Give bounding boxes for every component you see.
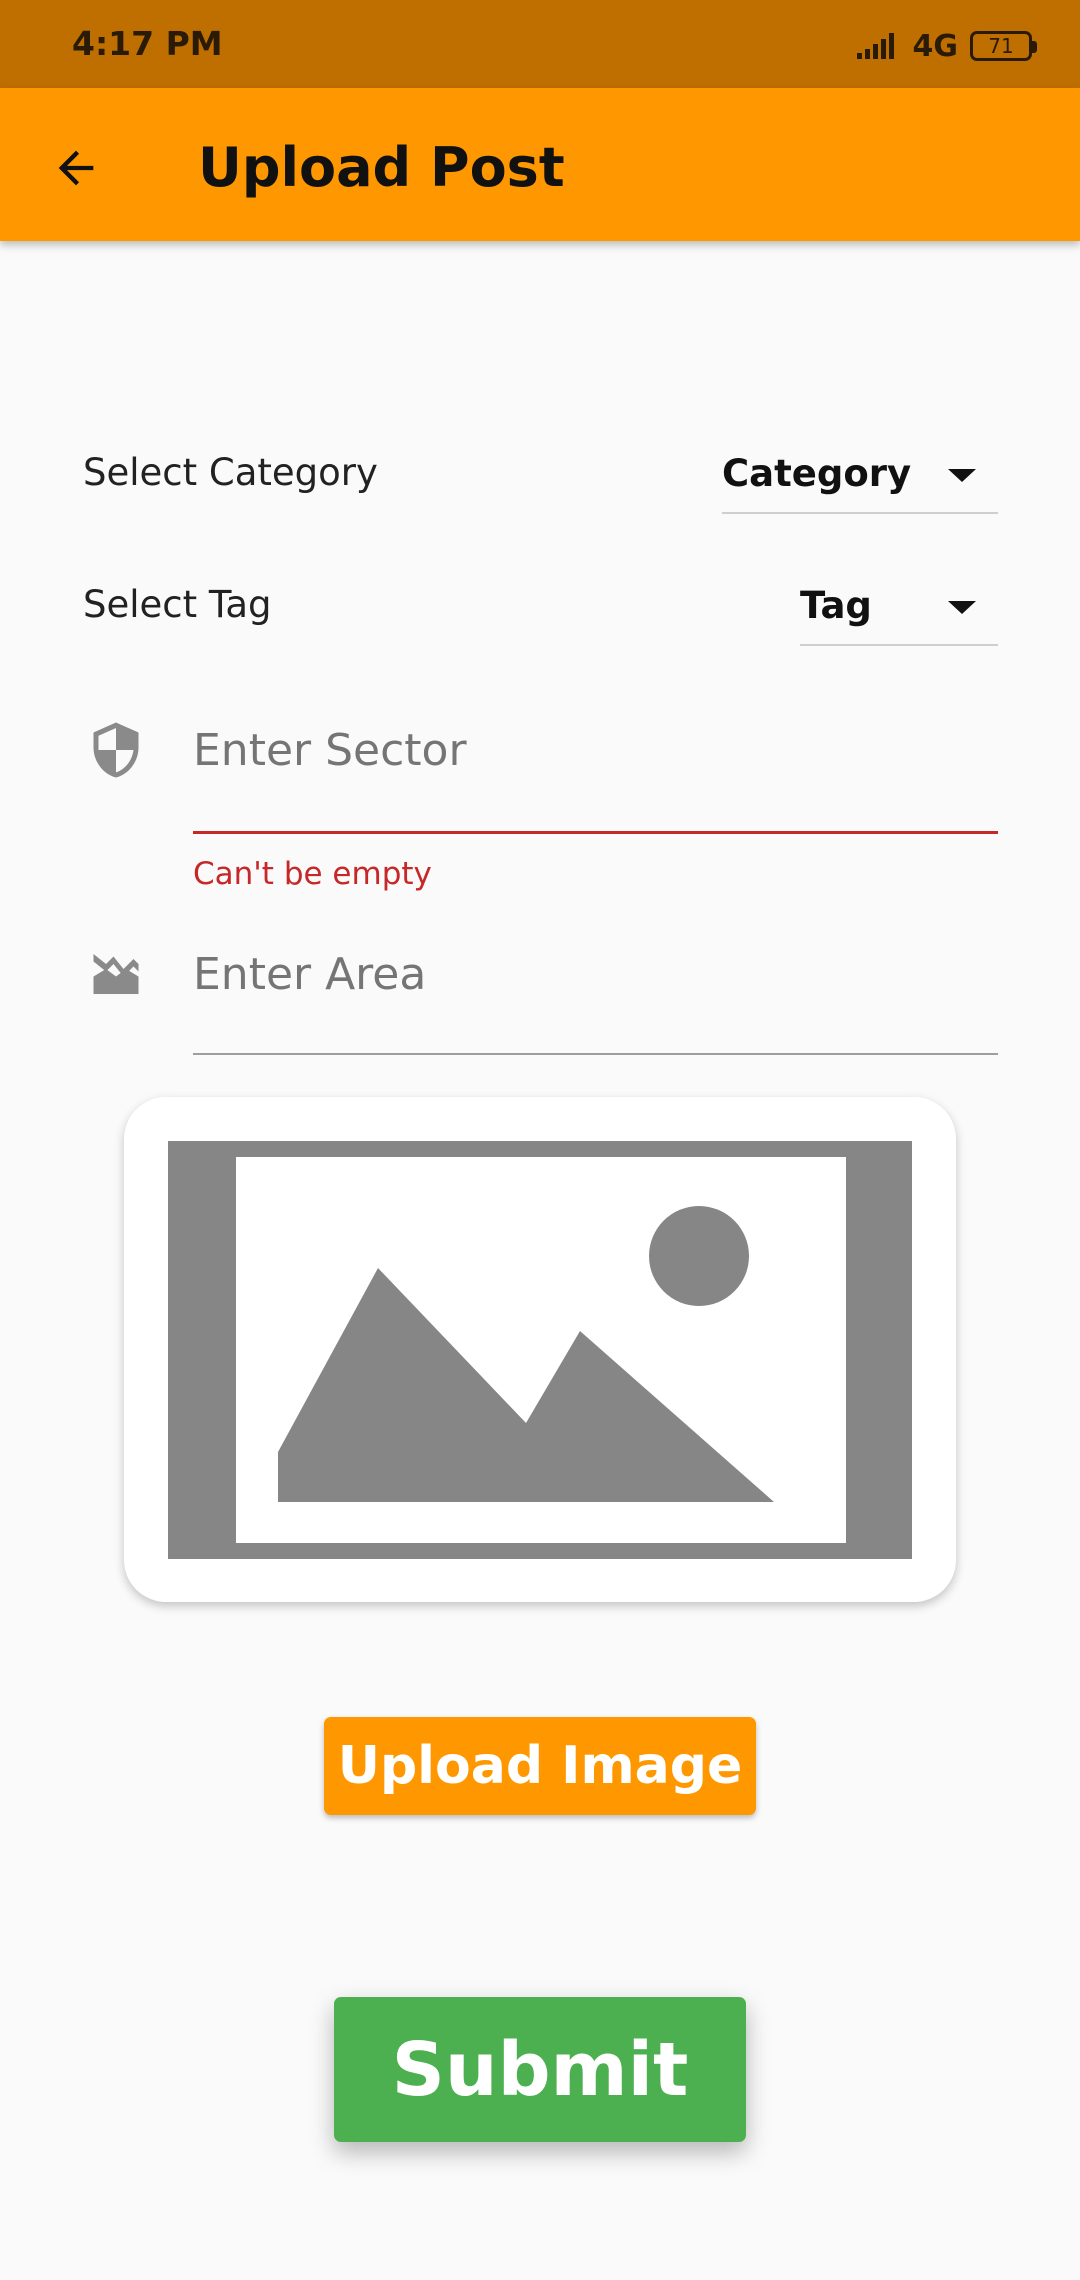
tag-label: Select Tag: [83, 583, 272, 626]
status-bar: 4:17 PM 4G 71: [0, 0, 1080, 88]
signal-icon: [856, 33, 894, 59]
back-button[interactable]: [40, 132, 112, 204]
image-placeholder-icon: [168, 1141, 912, 1559]
area-input[interactable]: [193, 944, 998, 1004]
sector-underline: [193, 831, 998, 834]
shield-icon: [93, 722, 139, 778]
image-preview-card: [124, 1097, 956, 1602]
arrow-back-icon: [58, 150, 94, 186]
status-time: 4:17 PM: [72, 24, 223, 63]
area-underline: [193, 1053, 998, 1055]
upload-image-button[interactable]: Upload Image: [324, 1717, 756, 1815]
landscape-icon: [93, 954, 139, 994]
category-dropdown-value: Category: [722, 451, 912, 495]
page-title: Upload Post: [198, 136, 565, 199]
battery-level: 71: [988, 34, 1014, 58]
dropdown-arrow-icon: [948, 469, 976, 482]
sector-error-text: Can't be empty: [193, 856, 432, 892]
status-icons: 4G 71: [855, 26, 1037, 66]
app-bar: Upload Post: [0, 88, 1080, 241]
network-type: 4G: [912, 28, 959, 64]
tag-dropdown[interactable]: Tag: [800, 566, 998, 646]
sector-input[interactable]: [193, 720, 998, 780]
battery-icon: 71: [970, 31, 1037, 61]
dropdown-arrow-icon: [948, 601, 976, 614]
submit-button[interactable]: Submit: [334, 1997, 746, 2142]
tag-dropdown-value: Tag: [800, 583, 872, 627]
category-label: Select Category: [83, 451, 378, 494]
category-dropdown[interactable]: Category: [722, 434, 998, 514]
